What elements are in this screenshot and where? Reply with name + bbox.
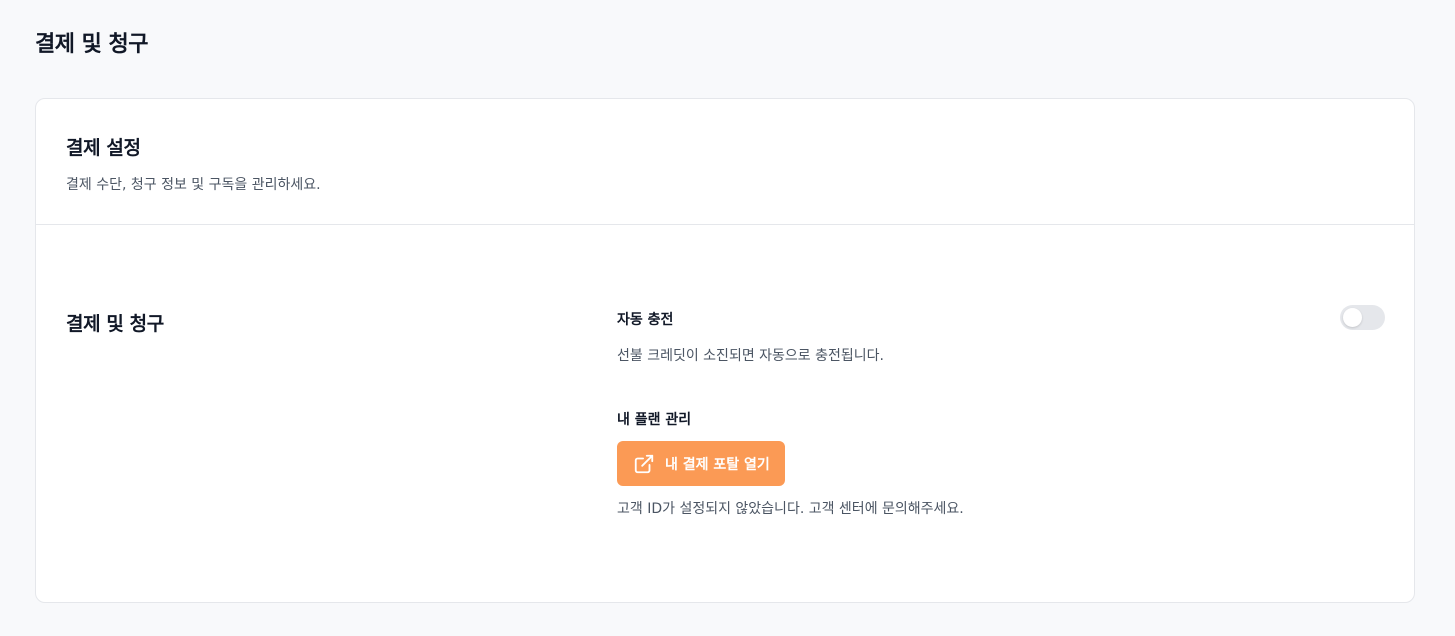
plan-management-setting: 내 플랜 관리 내 결제 포탈 열기 고객 ID가 설정되지 않았습니다. 고객… xyxy=(617,409,1385,518)
auto-charge-setting: 자동 충전 선불 크레딧이 소진되면 자동으로 충전됩니다. xyxy=(617,305,1385,365)
billing-settings-card: 결제 설정 결제 수단, 청구 정보 및 구독을 관리하세요. 결제 및 청구 … xyxy=(35,98,1415,603)
customer-id-note: 고객 ID가 설정되지 않았습니다. 고객 센터에 문의해주세요. xyxy=(617,501,964,517)
settings-panel: 자동 충전 선불 크레딧이 소진되면 자동으로 충전됩니다. 내 플랜 관리 내… xyxy=(617,305,1385,518)
plan-management-label: 내 플랜 관리 xyxy=(617,412,692,428)
card-header: 결제 설정 결제 수단, 청구 정보 및 구독을 관리하세요. xyxy=(36,99,1414,225)
external-link-icon xyxy=(633,453,655,475)
card-body: 결제 및 청구 자동 충전 선불 크레딧이 소진되면 자동으로 충전됩니다. 내… xyxy=(36,225,1414,603)
card-title: 결제 설정 xyxy=(66,137,141,159)
card-description: 결제 수단, 청구 정보 및 구독을 관리하세요. xyxy=(66,177,321,193)
toggle-knob xyxy=(1343,308,1362,327)
section-title: 결제 및 청구 xyxy=(66,313,164,335)
auto-charge-toggle[interactable] xyxy=(1340,305,1385,330)
page-title: 결제 및 청구 xyxy=(35,32,149,57)
open-billing-portal-label: 내 결제 포탈 열기 xyxy=(665,456,770,473)
auto-charge-description: 선불 크레딧이 소진되면 자동으로 충전됩니다. xyxy=(617,348,884,364)
open-billing-portal-button[interactable]: 내 결제 포탈 열기 xyxy=(617,441,785,486)
auto-charge-label: 자동 충전 xyxy=(617,312,674,328)
